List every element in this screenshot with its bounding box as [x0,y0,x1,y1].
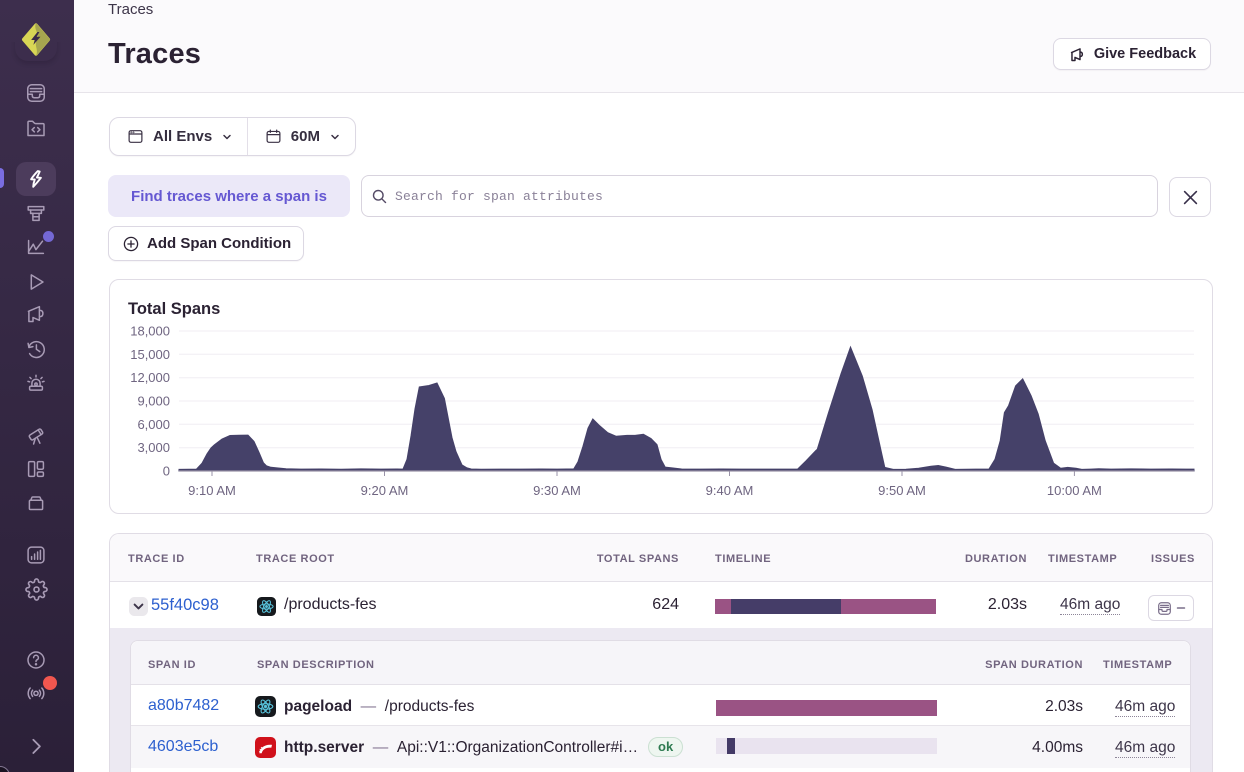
svg-text:9:50 AM: 9:50 AM [878,483,926,498]
svg-text:12,000: 12,000 [130,370,170,385]
svg-text:9,000: 9,000 [137,394,170,409]
svg-text:9:30 AM: 9:30 AM [533,483,581,498]
svg-text:15,000: 15,000 [130,347,170,362]
svg-text:9:10 AM: 9:10 AM [188,483,236,498]
svg-text:0: 0 [163,464,170,479]
svg-text:9:40 AM: 9:40 AM [706,483,754,498]
svg-text:6,000: 6,000 [137,417,170,432]
svg-text:18,000: 18,000 [130,324,170,339]
svg-text:3,000: 3,000 [137,440,170,455]
svg-text:9:20 AM: 9:20 AM [361,483,409,498]
svg-text:10:00 AM: 10:00 AM [1047,483,1102,498]
